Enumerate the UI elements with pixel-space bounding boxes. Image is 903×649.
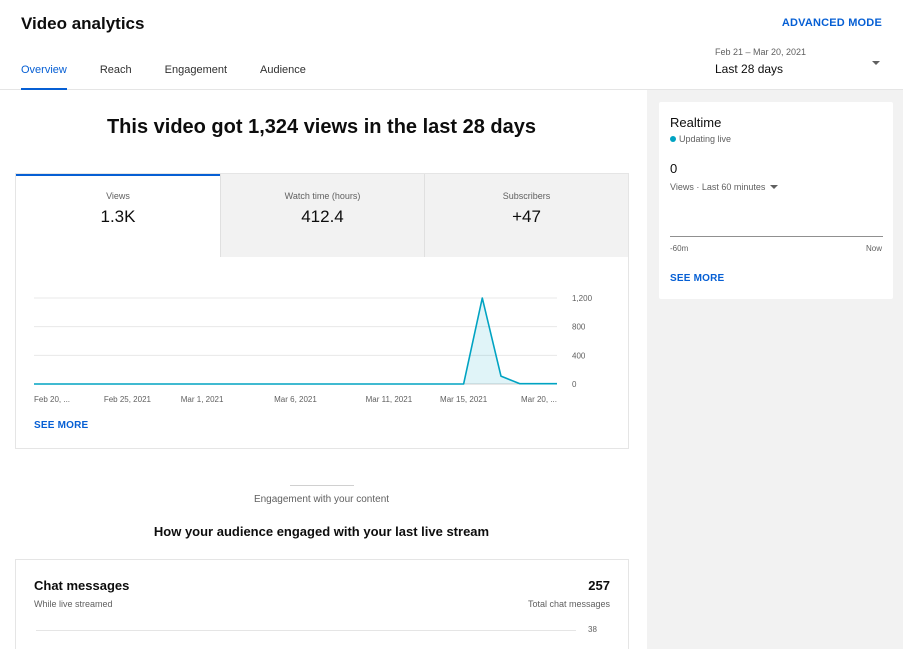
realtime-status: Updating live (670, 134, 731, 144)
x-tick-label: Mar 11, 2021 (366, 395, 413, 404)
x-tick-label: Feb 25, 2021 (104, 395, 152, 404)
tab-engagement[interactable]: Engagement (165, 64, 227, 90)
chat-count-label: Total chat messages (527, 599, 610, 609)
metric-value: 412.4 (301, 207, 344, 226)
views-headline: This video got 1,324 views in the last 2… (106, 116, 537, 138)
y-tick-label: 0 (572, 380, 577, 389)
metric-label: Subscribers (502, 191, 551, 201)
x-tick-label: Mar 6, 2021 (274, 395, 317, 404)
x-tick-label: Mar 15, 2021 (440, 395, 488, 404)
metric-label: Watch time (hours) (284, 191, 361, 201)
x-tick-label: Feb 20, ... (34, 395, 70, 404)
caret-down-icon (770, 185, 779, 189)
chat-gridline (36, 630, 576, 631)
realtime-card: Realtime Updating live 0 Views · Last 60… (659, 102, 893, 299)
engagement-title: How your audience engaged with your last… (153, 524, 490, 539)
chat-subtitle: While live streamed (34, 599, 113, 609)
tab-bar: Overview Reach Engagement Audience (21, 64, 339, 90)
metric-tab-views[interactable]: Views 1.3K (16, 174, 220, 257)
y-tick-label: 800 (572, 323, 586, 332)
chat-title: Chat messages (34, 578, 130, 593)
realtime-title: Realtime (670, 115, 722, 130)
realtime-axis-end: Now (865, 244, 882, 253)
metric-label: Views (106, 191, 130, 201)
realtime-sidebar: Realtime Updating live 0 Views · Last 60… (647, 90, 903, 649)
page-title: Video analytics (21, 14, 145, 33)
x-tick-label: Mar 20, ... (521, 395, 557, 404)
realtime-axis (670, 236, 883, 237)
x-tick-label: Mar 1, 2021 (181, 395, 224, 404)
views-area (34, 298, 557, 384)
y-tick-label: 400 (572, 351, 586, 360)
metric-tab-subscribers[interactable]: Subscribers +47 (424, 174, 628, 257)
metric-value: 1.3K (100, 207, 136, 226)
realtime-see-more-link[interactable]: SEE MORE (670, 273, 724, 284)
date-range-text: Feb 21 – Mar 20, 2021 (715, 47, 807, 57)
metric-tab-watch-time[interactable]: Watch time (hours) 412.4 (220, 174, 424, 257)
chat-messages-card: Chat messages While live streamed 257 To… (15, 559, 629, 649)
overview-chart-card: Views 1.3K Watch time (hours) 412.4 Subs… (15, 173, 629, 449)
main-content: This video got 1,324 views in the last 2… (0, 90, 647, 649)
metric-tabs: Views 1.3K Watch time (hours) 412.4 Subs… (16, 174, 628, 257)
tab-overview[interactable]: Overview (21, 64, 67, 90)
chat-y-tick: 38 (588, 625, 597, 634)
section-divider (290, 485, 354, 486)
caret-down-icon (872, 61, 880, 65)
advanced-mode-button[interactable]: ADVANCED MODE (782, 17, 882, 29)
top-header: Video analytics ADVANCED MODE Overview R… (0, 0, 903, 90)
realtime-value: 0 (670, 161, 678, 176)
realtime-metric-label: Views · Last 60 minutes (670, 182, 766, 192)
chat-count: 257 (588, 578, 610, 593)
views-chart: 0 400 800 1,200 Feb 20, ... Feb 25, 2021 Mar 1… (34, 294, 593, 404)
date-range-selector[interactable]: Feb 21 – Mar 20, 2021 Last 28 days (715, 47, 885, 76)
realtime-metric-dropdown[interactable]: Views · Last 60 minutes (670, 182, 779, 192)
live-dot-icon (670, 136, 676, 142)
see-more-link[interactable]: SEE MORE (34, 420, 88, 431)
engagement-label: Engagement with your content (253, 494, 390, 505)
tab-audience[interactable]: Audience (260, 64, 306, 90)
metric-value: +47 (512, 207, 541, 226)
date-period-label: Last 28 days (715, 62, 784, 76)
realtime-status-text: Updating live (679, 134, 732, 144)
tab-reach[interactable]: Reach (100, 64, 132, 90)
y-tick-label: 1,200 (572, 294, 593, 303)
realtime-axis-start: -60m (670, 244, 689, 253)
